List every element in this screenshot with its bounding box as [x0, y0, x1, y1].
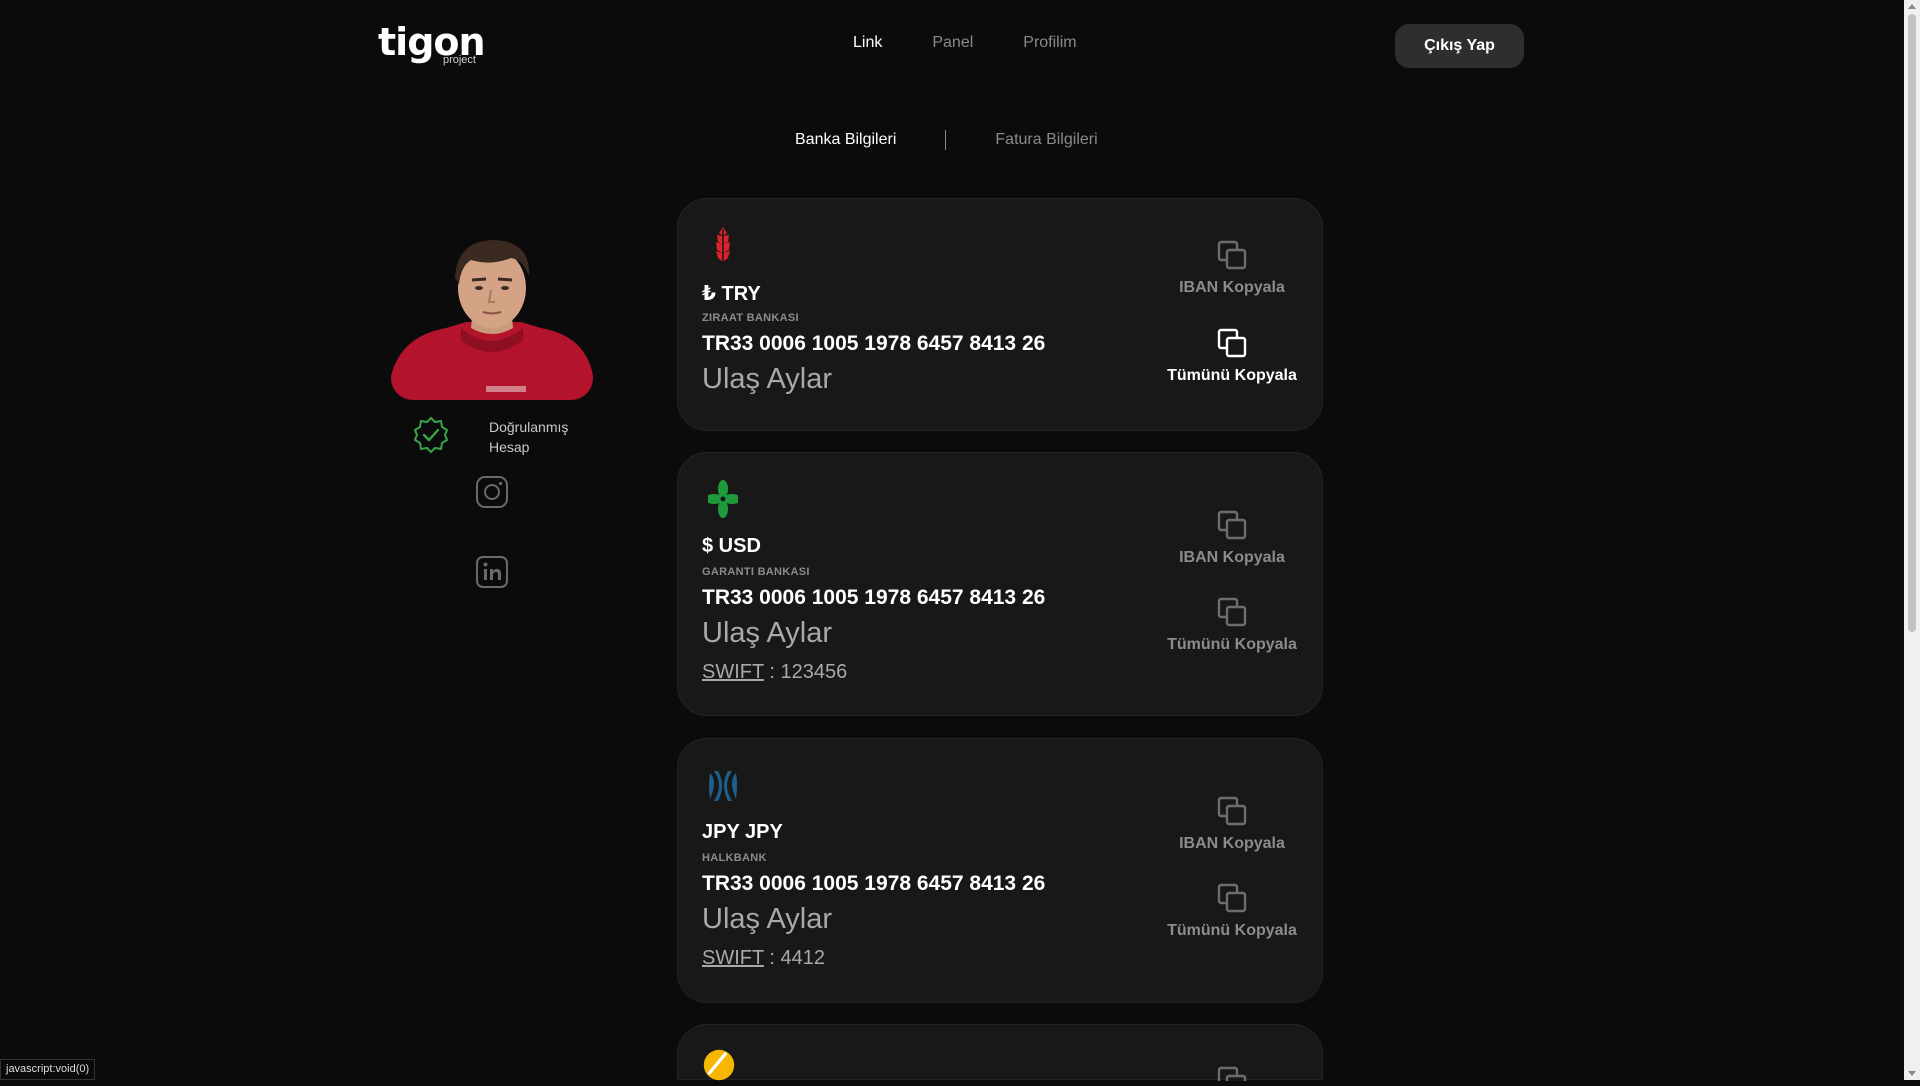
- copy-iban-label: IBAN Kopyala: [1179, 279, 1285, 296]
- swift-code: SWIFT : 4412: [702, 947, 825, 970]
- copy-all-button[interactable]: Tümünü Kopyala: [1162, 596, 1302, 654]
- copy-icon: [1217, 796, 1247, 826]
- instagram-icon[interactable]: [474, 474, 510, 510]
- bank-account-card: ₺ TRY ZIRAAT BANKASI TR33 0006 1005 1978…: [677, 198, 1323, 431]
- copy-iban-label: IBAN Kopyala: [1179, 549, 1285, 566]
- verified-label-line2: Hesap: [489, 439, 530, 455]
- account-holder: Ulaş Aylar: [702, 617, 833, 649]
- bank-account-card: $ USD GARANTI BANKASI TR33 0006 1005 197…: [677, 452, 1323, 716]
- bank-name: GARANTI BANKASI: [702, 566, 810, 578]
- copy-all-label: Tümünü Kopyala: [1167, 367, 1297, 384]
- copy-all-button[interactable]: Tümünü Kopyala: [1162, 882, 1302, 940]
- nav-panel[interactable]: Panel: [932, 34, 973, 52]
- copy-icon: [1217, 510, 1247, 540]
- copy-all-button[interactable]: Tümünü Kopyala: [1162, 327, 1302, 385]
- copy-icon: [1217, 1066, 1247, 1081]
- bank-account-card: [677, 1024, 1323, 1081]
- iban-number: TR33 0006 1005 1978 6457 8413 26: [702, 586, 1046, 609]
- currency-label: JPY JPY: [702, 821, 783, 843]
- account-holder: Ulaş Aylar: [702, 363, 833, 395]
- swift-value: : 123456: [769, 661, 848, 683]
- copy-iban-button[interactable]: IBAN Kopyala: [1162, 795, 1302, 853]
- swift-value: : 4412: [769, 947, 826, 969]
- scroll-down-arrow-icon[interactable]: [1908, 1071, 1916, 1076]
- copy-icon: [1217, 883, 1247, 913]
- scroll-thumb[interactable]: [1908, 14, 1916, 632]
- vakifbank-logo-icon: [703, 1049, 738, 1081]
- verified-label-line1: Doğrulanmış: [489, 419, 569, 435]
- verified-badge-icon: [412, 416, 450, 454]
- copy-all-label: Tümünü Kopyala: [1167, 922, 1297, 939]
- bank-name: ZIRAAT BANKASI: [702, 312, 799, 324]
- bank-account-card: JPY JPY HALKBANK TR33 0006 1005 1978 645…: [677, 738, 1323, 1003]
- tab-bank-info[interactable]: Banka Bilgileri: [795, 131, 896, 149]
- currency-label: ₺ TRY: [702, 283, 761, 305]
- info-tabs: Banka Bilgileri Fatura Bilgileri: [795, 130, 1098, 150]
- linkedin-icon[interactable]: [474, 554, 510, 590]
- garanti-bank-logo-icon: [705, 479, 741, 519]
- ziraat-bank-logo-icon: [708, 225, 738, 265]
- copy-icon: [1217, 240, 1247, 270]
- currency-label: $ USD: [702, 535, 761, 557]
- verified-label: Doğrulanmış Hesap: [489, 417, 589, 457]
- copy-iban-button[interactable]: IBAN Kopyala: [1162, 239, 1302, 297]
- iban-number: TR33 0006 1005 1978 6457 8413 26: [702, 872, 1046, 895]
- nav-profilim[interactable]: Profilim: [1023, 34, 1076, 52]
- copy-icon: [1217, 328, 1247, 358]
- bank-name: HALKBANK: [702, 852, 767, 864]
- logout-button[interactable]: Çıkış Yap: [1395, 24, 1524, 68]
- avatar: [391, 236, 593, 400]
- iban-number: TR33 0006 1005 1978 6457 8413 26: [702, 332, 1046, 355]
- copy-iban-label: IBAN Kopyala: [1179, 835, 1285, 852]
- halkbank-logo-icon: [708, 765, 738, 805]
- main-nav: Link Panel Profilim: [853, 34, 1077, 52]
- swift-label[interactable]: SWIFT: [702, 947, 764, 969]
- copy-iban-button[interactable]: [1162, 1065, 1302, 1081]
- page-scrollbar[interactable]: [1904, 0, 1920, 1080]
- swift-label[interactable]: SWIFT: [702, 661, 764, 683]
- browser-status-bar: javascript:void(0): [0, 1059, 96, 1080]
- account-holder: Ulaş Aylar: [702, 903, 833, 935]
- copy-icon: [1217, 597, 1247, 627]
- copy-iban-button[interactable]: IBAN Kopyala: [1162, 509, 1302, 567]
- nav-link[interactable]: Link: [853, 34, 882, 52]
- brand-logo[interactable]: tigon project: [378, 22, 486, 70]
- tab-divider: [945, 130, 947, 150]
- swift-code: SWIFT : 123456: [702, 661, 847, 684]
- copy-all-label: Tümünü Kopyala: [1167, 636, 1297, 653]
- logo-subtext: project: [442, 54, 476, 66]
- tab-invoice-info[interactable]: Fatura Bilgileri: [995, 131, 1097, 149]
- scroll-up-arrow-icon[interactable]: [1908, 4, 1916, 9]
